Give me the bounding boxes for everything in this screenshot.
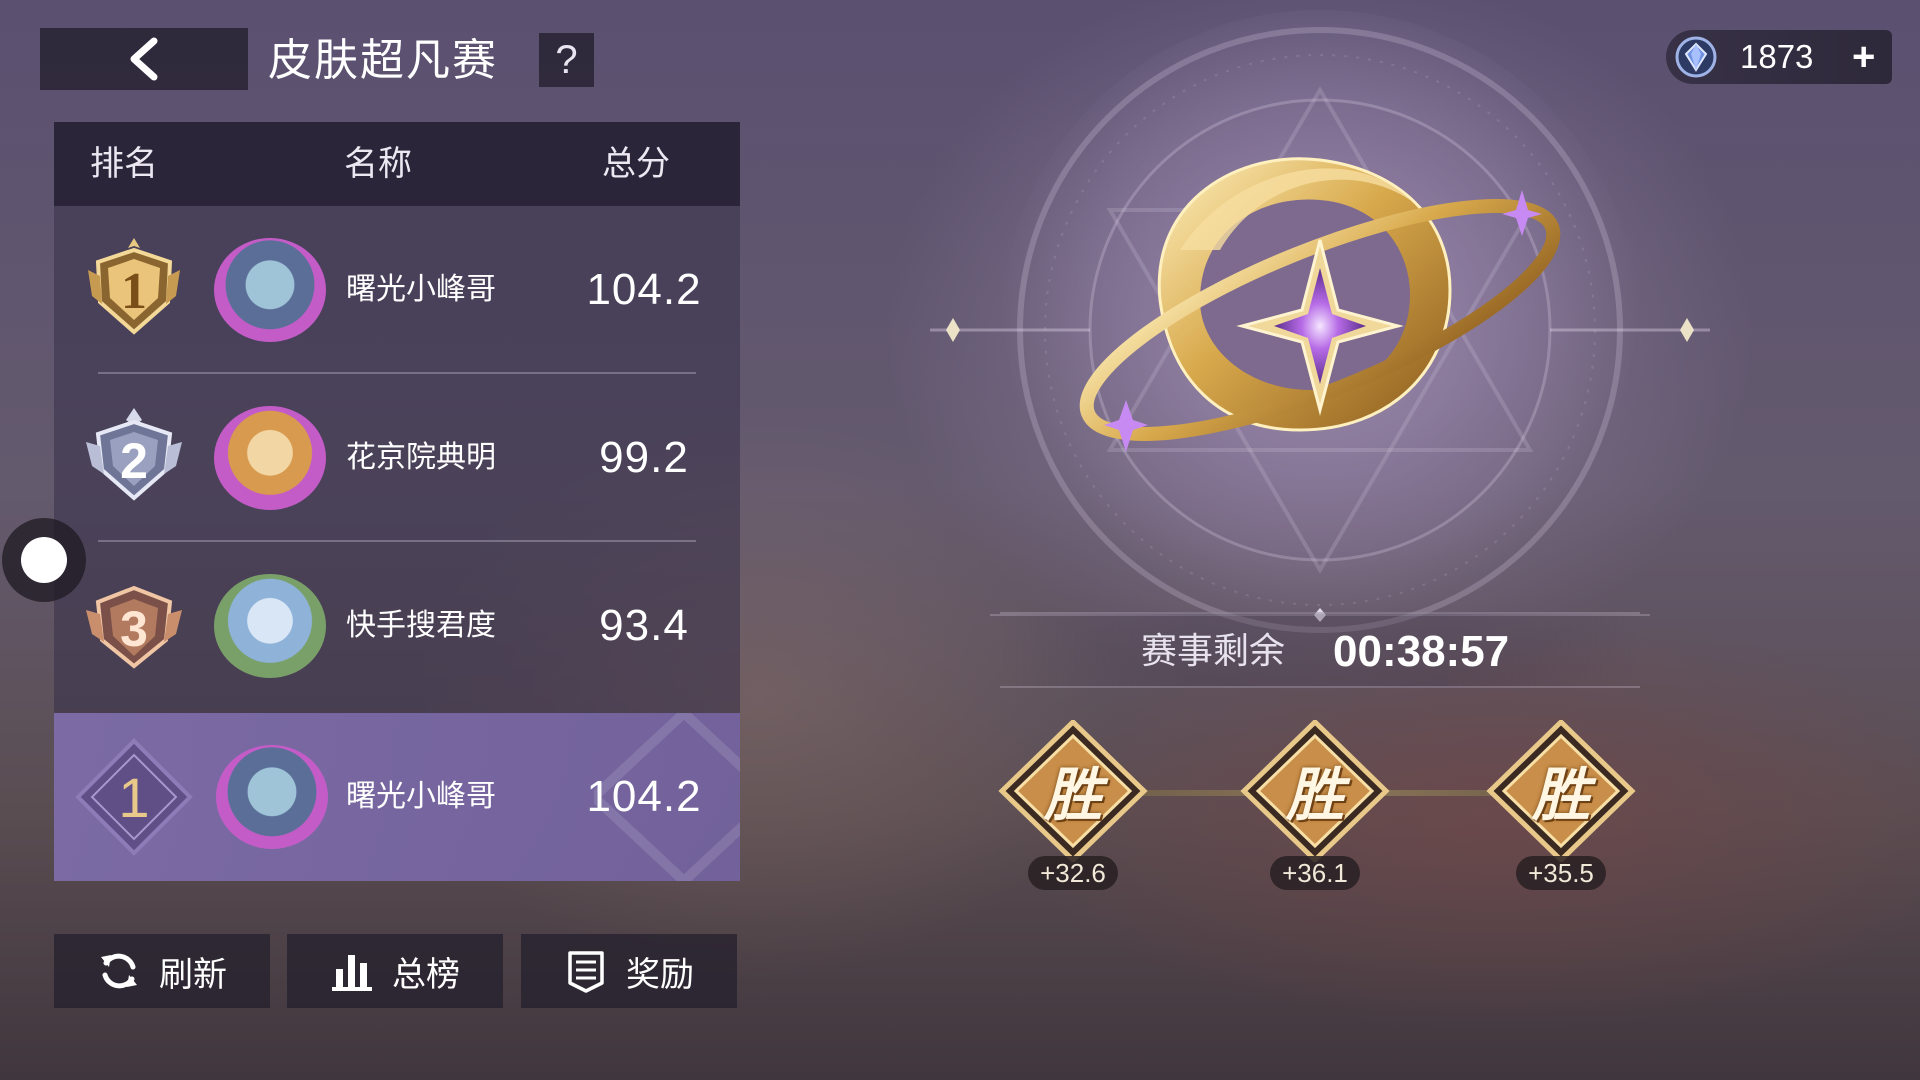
match-result: 胜 +35.5 (1486, 720, 1636, 890)
ranking-header: 排名 名称 总分 (54, 122, 740, 206)
floating-assist-button[interactable] (2, 518, 86, 602)
refresh-button[interactable]: 刷新 (54, 934, 270, 1008)
my-player-score: 104.2 (586, 772, 702, 821)
win-label: 胜 (1531, 761, 1590, 829)
column-header-rank: 排名 (90, 144, 158, 184)
refresh-label: 刷新 (159, 954, 227, 995)
countdown-label: 赛事剩余 (1141, 631, 1286, 672)
my-player-name: 曙光小峰哥 (346, 779, 496, 814)
rewards-button[interactable]: 奖励 (521, 934, 737, 1008)
player-score: 99.2 (599, 433, 689, 482)
column-header-name: 名称 (344, 144, 412, 184)
gold-rank-medal-icon: 1 (88, 238, 180, 335)
match-result: 胜 +36.1 (1240, 720, 1390, 890)
add-currency-button[interactable]: + (1852, 30, 1875, 84)
reward-list-icon (568, 951, 604, 993)
ranking-row[interactable]: 1 曙光小峰哥 104.2 (54, 206, 740, 374)
page-title: 皮肤超凡赛 (268, 35, 498, 86)
player-score: 104.2 (586, 265, 702, 314)
back-arrow-icon (130, 37, 158, 81)
win-points: +35.5 (1516, 856, 1606, 890)
medal-rank-number: 1 (121, 263, 147, 320)
silver-rank-medal-icon: 2 (86, 408, 182, 501)
match-result: 胜 +32.6 (998, 720, 1148, 890)
leaderboard-label: 总榜 (392, 954, 460, 995)
help-button[interactable]: ? (539, 33, 594, 87)
floating-dot-icon (21, 537, 67, 583)
player-avatar (214, 238, 326, 342)
bronze-rank-medal-icon: 3 (86, 585, 182, 669)
rewards-label: 奖励 (626, 954, 694, 995)
ranking-row[interactable]: 2 花京院典明 99.2 (54, 374, 740, 542)
medal-rank-number: 3 (120, 601, 148, 657)
player-name: 花京院典明 (346, 440, 496, 475)
player-name: 曙光小峰哥 (346, 272, 496, 307)
player-avatar (214, 406, 326, 510)
win-label: 胜 (1285, 761, 1344, 829)
season-emblem-illustration (930, 10, 1710, 640)
back-button[interactable] (40, 28, 248, 90)
column-header-score: 总分 (602, 144, 670, 184)
win-points: +36.1 (1270, 856, 1360, 890)
leaderboard-button[interactable]: 总榜 (287, 934, 503, 1008)
countdown-value: 00:38:57 (1333, 627, 1510, 676)
bar-chart-icon (332, 955, 372, 991)
medal-rank-number: 2 (120, 433, 148, 489)
my-rank-diamond-icon: 1 (75, 738, 193, 856)
win-points: +32.6 (1028, 856, 1118, 890)
player-score: 93.4 (599, 601, 689, 650)
event-countdown: 赛事剩余 00:38:57 (1000, 612, 1640, 688)
refresh-icon (101, 953, 137, 989)
match-results: 胜 +32.6 胜 +36.1 胜 +35.5 (990, 710, 1680, 890)
player-avatar (214, 574, 326, 678)
currency-amount: 1873 (1740, 38, 1814, 75)
my-rank-number: 1 (118, 766, 149, 829)
ranking-row[interactable]: 3 快手搜君度 93.4 (54, 542, 740, 710)
my-ranking-row[interactable]: 1 曙光小峰哥 104.2 (54, 713, 740, 881)
player-name: 快手搜君度 (346, 608, 496, 643)
my-avatar (216, 745, 328, 849)
win-label: 胜 (1043, 761, 1102, 829)
ranking-panel: 排名 名称 总分 1 曙光小峰哥 104.2 2 花京院典明 99.2 3 快手… (54, 122, 740, 714)
